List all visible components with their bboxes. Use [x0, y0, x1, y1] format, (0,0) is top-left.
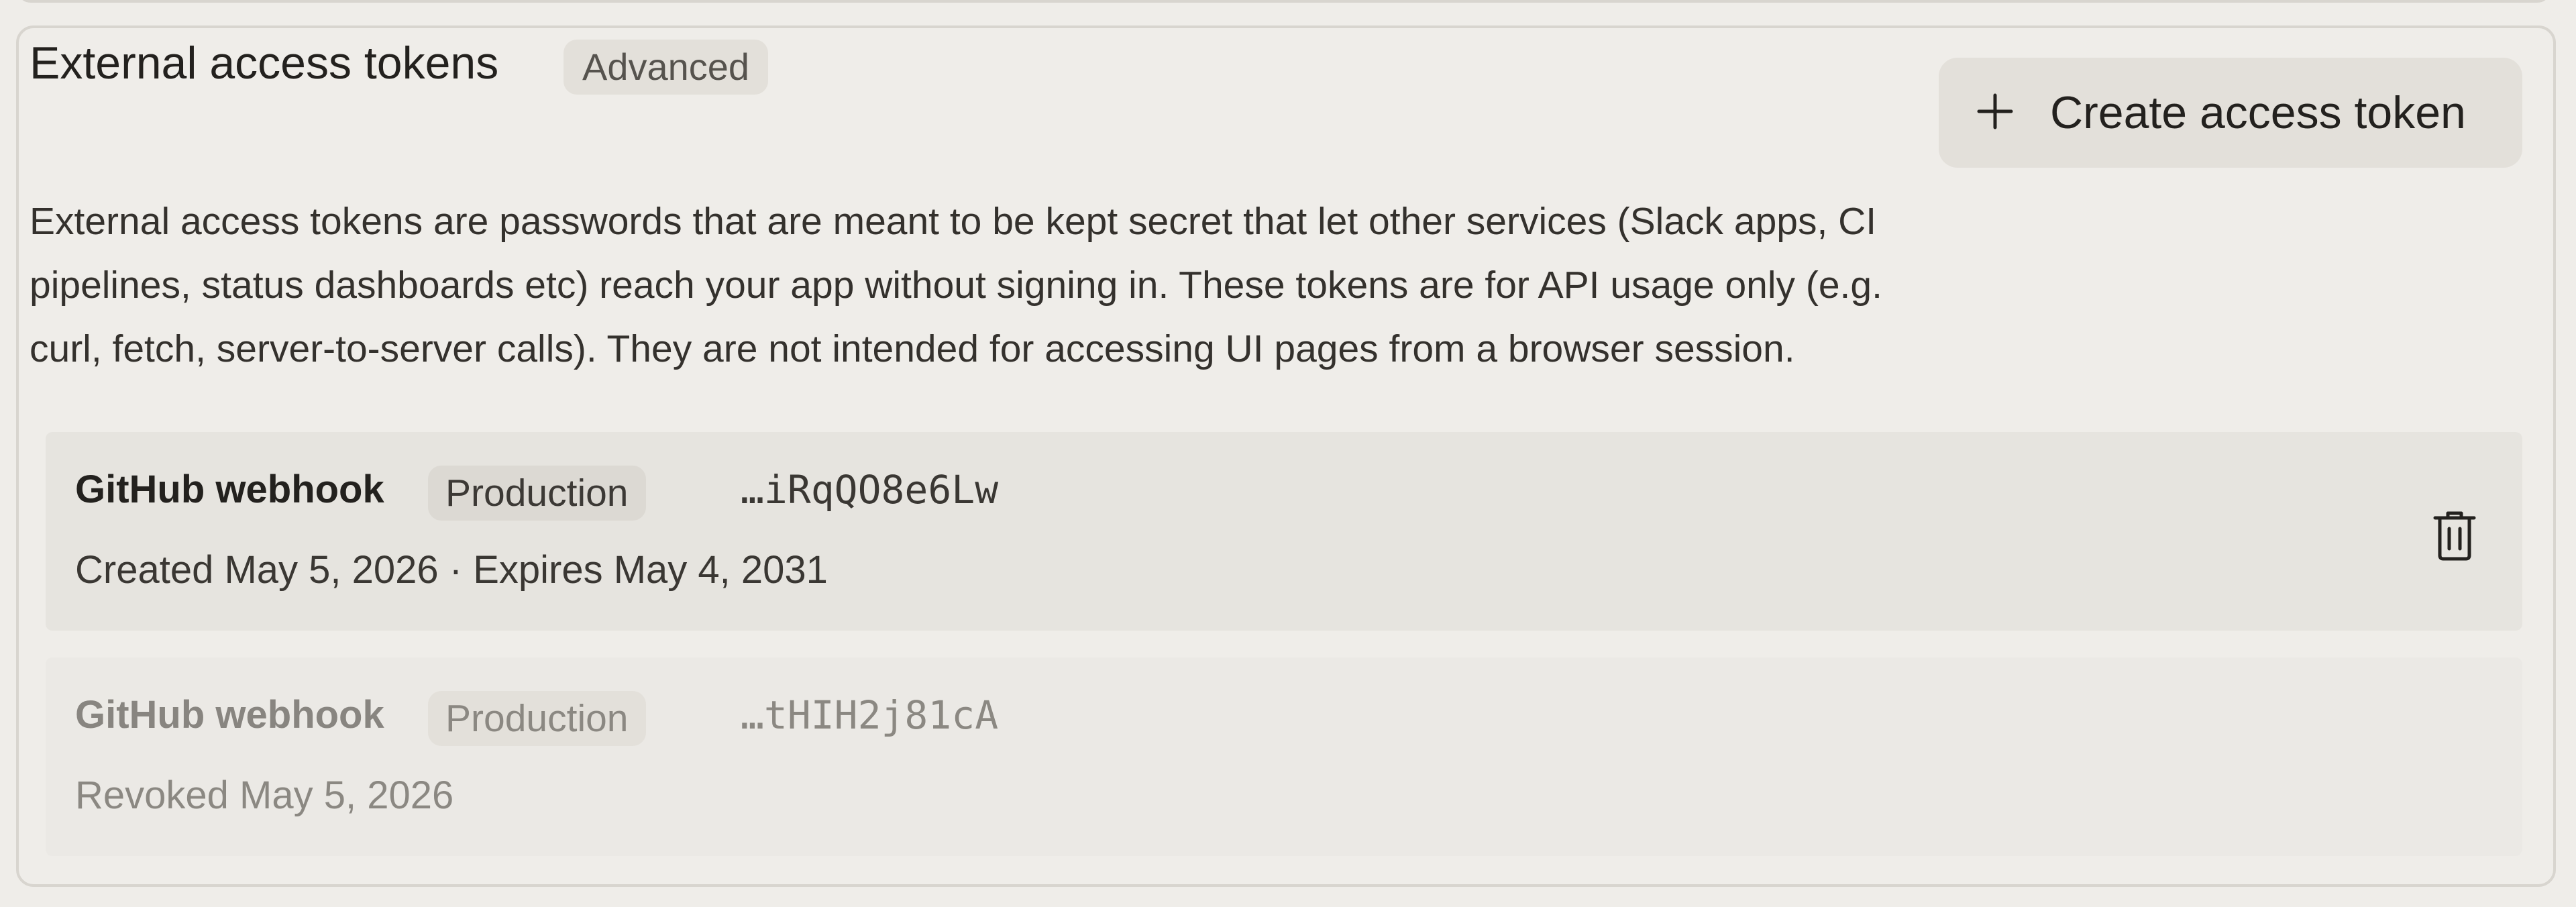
previous-card-edge — [16, 0, 2552, 3]
token-suffix: …tHIH2j81cA — [741, 692, 999, 738]
delete-token-button[interactable] — [2415, 495, 2496, 576]
token-row-revoked: GitHub webhook Production …tHIH2j81cA Re… — [46, 657, 2522, 856]
trash-icon — [2433, 511, 2476, 561]
token-dates: Created May 5, 2026 · Expires May 4, 203… — [75, 548, 828, 592]
token-row-active: GitHub webhook Production …iRqQO8e6Lw Cr… — [46, 432, 2522, 631]
token-revoked-date: Revoked May 5, 2026 — [75, 773, 454, 817]
section-header: External access tokens Advanced — [30, 38, 1908, 95]
token-name: GitHub webhook — [75, 468, 384, 511]
section-title: External access tokens — [30, 38, 499, 89]
environment-badge: Production — [428, 691, 646, 746]
section-description: External access tokens are passwords tha… — [30, 200, 1882, 370]
create-access-token-button[interactable]: Create access token — [1939, 58, 2522, 168]
plus-icon — [1977, 93, 2013, 129]
advanced-badge: Advanced — [564, 40, 769, 95]
token-suffix: …iRqQO8e6Lw — [741, 467, 999, 513]
create-access-token-label: Create access token — [2050, 87, 2466, 138]
environment-badge: Production — [428, 466, 646, 521]
token-name: GitHub webhook — [75, 693, 384, 737]
